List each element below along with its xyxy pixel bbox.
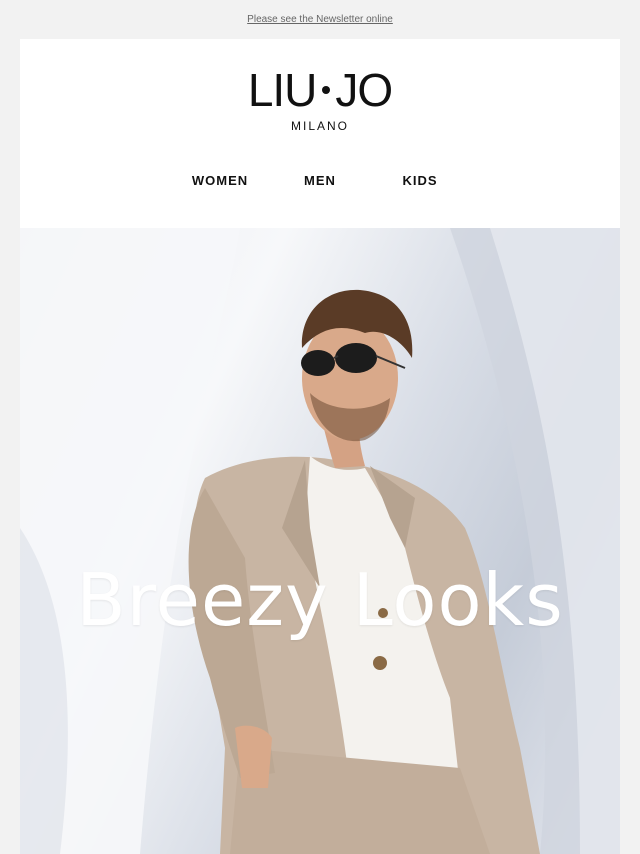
view-online-link[interactable]: Please see the Newsletter online	[247, 14, 393, 25]
top-bar: Please see the Newsletter online	[0, 0, 640, 39]
hero-banner[interactable]: Breezy Looks	[20, 228, 620, 854]
hero-title: Breezy Looks	[76, 558, 564, 642]
nav-item-men[interactable]: MEN	[270, 173, 370, 188]
logo-text-left: LIU	[247, 64, 318, 116]
logo-subtitle: MILANO	[290, 119, 349, 133]
nav-item-women[interactable]: WOMEN	[170, 173, 270, 188]
header-card: LIU JO MILANO WOMEN MEN KIDS	[20, 39, 620, 228]
hero-photo	[20, 228, 620, 854]
logo-text-right: JO	[335, 64, 393, 116]
logo-wordmark: LIU JO	[247, 64, 393, 116]
brand-logo[interactable]: LIU JO MILANO	[20, 67, 620, 133]
logo-dot-icon	[322, 86, 331, 94]
nav-item-kids[interactable]: KIDS	[370, 173, 470, 188]
main-nav: WOMEN MEN KIDS	[20, 173, 620, 189]
